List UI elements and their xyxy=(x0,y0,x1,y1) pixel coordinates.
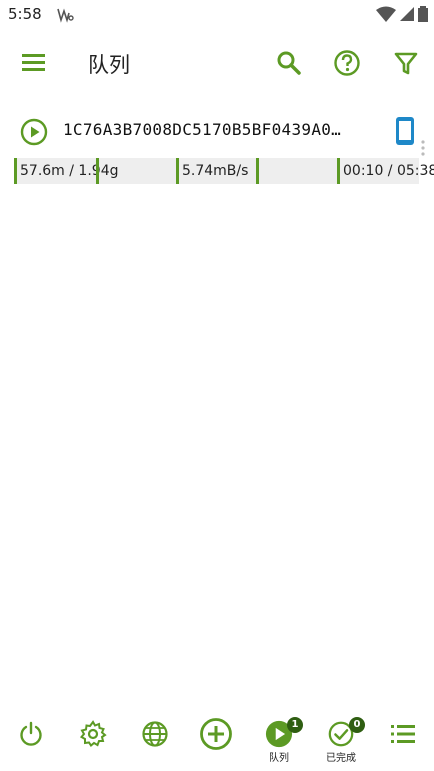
menu-icon[interactable] xyxy=(20,50,48,76)
add-button[interactable] xyxy=(194,718,238,764)
globe-icon xyxy=(142,721,168,747)
time-elapsed: 00:10 / 05:38 xyxy=(337,158,434,184)
phone-icon xyxy=(394,116,416,146)
download-stats: 57.6m / 1.94g 5.74mB/s 00:10 / 05:38 xyxy=(14,158,434,184)
battery-icon xyxy=(418,6,428,22)
item-name: 1C76A3B7008DC5170B5BF0439A0… xyxy=(63,120,342,139)
notification-icon xyxy=(56,7,74,27)
settings-button[interactable] xyxy=(71,720,115,764)
progress-size: 57.6m / 1.94g xyxy=(14,158,119,184)
nav-queue-label: 队列 xyxy=(269,753,289,764)
power-icon xyxy=(20,721,42,746)
signal-icon xyxy=(400,7,414,21)
list-button[interactable] xyxy=(381,720,425,764)
page-title: 队列 xyxy=(88,53,130,77)
progress-marker xyxy=(96,158,99,184)
status-time: 5:58 xyxy=(8,5,42,23)
help-icon[interactable] xyxy=(332,48,362,78)
nav-completed-label: 已完成 xyxy=(326,753,356,764)
queue-count-badge: 1 xyxy=(287,717,303,733)
power-button[interactable] xyxy=(9,720,53,764)
play-icon[interactable] xyxy=(20,118,48,146)
status-bar: 5:58 xyxy=(0,0,434,30)
completed-count-badge: 0 xyxy=(349,717,365,733)
more-options-icon[interactable] xyxy=(420,140,426,156)
nav-completed[interactable]: 已完成 0 xyxy=(319,717,365,764)
gear-icon xyxy=(79,720,107,747)
wifi-icon xyxy=(376,6,396,22)
download-speed: 5.74mB/s xyxy=(176,158,256,184)
search-icon[interactable] xyxy=(274,48,304,78)
nav-queue[interactable]: 队列 1 xyxy=(257,717,303,764)
app-bar: 队列 xyxy=(0,38,434,88)
stats-divider xyxy=(256,158,336,184)
browser-button[interactable] xyxy=(133,720,177,764)
status-icons xyxy=(376,6,428,22)
add-icon xyxy=(200,718,232,750)
queue-list-item[interactable]: 1C76A3B7008DC5170B5BF0439A0… 57.6m / 1.9… xyxy=(0,110,434,192)
filter-icon[interactable] xyxy=(392,48,420,78)
list-icon xyxy=(391,725,415,743)
bottom-nav: 队列 1 已完成 0 xyxy=(0,712,434,771)
